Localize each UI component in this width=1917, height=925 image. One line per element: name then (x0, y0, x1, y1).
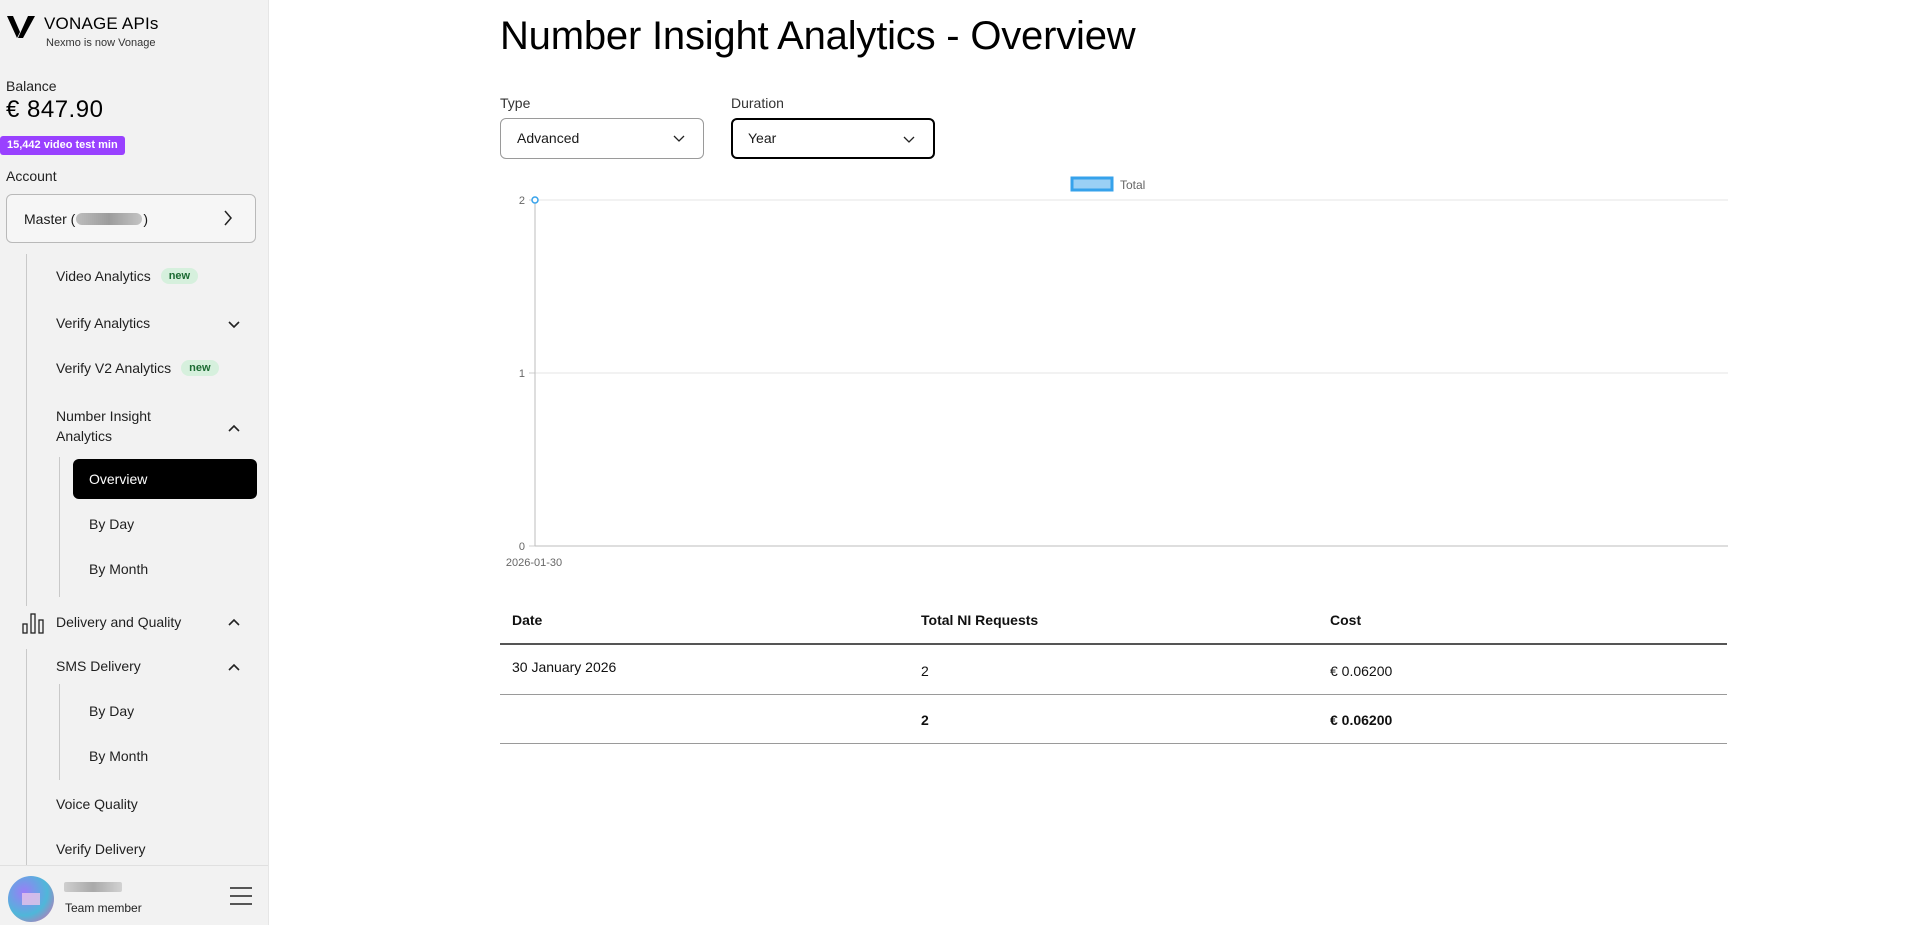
total-cost: € 0.06200 (1330, 712, 1393, 728)
nav-subrail (59, 684, 60, 780)
sidebar-item-sms-by-day[interactable]: By Day (89, 703, 134, 719)
balance-label: Balance (6, 78, 57, 94)
nav-rail (26, 254, 27, 606)
type-select[interactable]: Advanced (500, 118, 704, 159)
balance-value: € 847.90 (6, 96, 104, 123)
user-role: Team member (65, 901, 142, 915)
chevron-up-icon[interactable] (228, 618, 240, 626)
table-header-date: Date (512, 612, 543, 628)
duration-label: Duration (731, 95, 784, 111)
nav-subrail (59, 457, 60, 597)
account-suffix: ) (143, 210, 149, 227)
sidebar-item-ni-by-day[interactable]: By Day (89, 516, 134, 532)
sidebar-item-delivery-quality[interactable]: Delivery and Quality (56, 614, 181, 630)
new-badge: new (181, 360, 219, 376)
bar-chart-icon (22, 613, 44, 634)
brand[interactable]: VONAGE APIs Nexmo is now Vonage (6, 14, 159, 49)
hamburger-menu-icon[interactable] (229, 886, 253, 906)
legend-swatch (1070, 176, 1114, 192)
sidebar-item-label: Verify V2 Analytics (56, 360, 172, 376)
row-divider (500, 694, 1727, 695)
chevron-up-icon[interactable] (228, 424, 240, 432)
type-select-value: Advanced (517, 130, 580, 146)
y-tick-label: 0 (519, 541, 525, 553)
sidebar-item-verify-delivery[interactable]: Verify Delivery (56, 841, 145, 857)
x-tick-label: 2026-01-30 (506, 557, 562, 569)
account-id-redacted (76, 212, 143, 225)
account-label: Account (6, 168, 57, 184)
sidebar-item-verify-analytics[interactable]: Verify Analytics (56, 315, 150, 331)
avatar-image-redacted (22, 893, 40, 905)
sidebar-item-sms-by-month[interactable]: By Month (89, 748, 148, 764)
table-header-cost: Cost (1330, 612, 1362, 628)
cell-cost: € 0.06200 (1330, 663, 1393, 679)
new-badge: new (160, 268, 199, 284)
row-divider (500, 743, 1727, 744)
table-header-total-ni-requests: Total NI Requests (921, 612, 1039, 628)
vonage-logo-icon (7, 16, 35, 38)
chevron-up-icon[interactable] (228, 663, 240, 671)
duration-select-value: Year (748, 130, 777, 146)
sidebar-item-overview[interactable]: Overview (73, 459, 257, 499)
legend-label: Total (1120, 178, 1145, 192)
sidebar-item-label: Video Analytics (56, 268, 151, 284)
sidebar-item-video-analytics[interactable]: Video Analytics new (56, 268, 199, 284)
total-requests: 2 (921, 712, 929, 728)
account-prefix: Master ( (24, 210, 76, 227)
sidebar-item-label: SMS Delivery (56, 658, 141, 674)
user-name-redacted (64, 882, 122, 892)
page-title: Number Insight Analytics - Overview (500, 14, 1136, 58)
y-tick-label: 2 (519, 195, 525, 207)
sidebar-item-label-line1: Number Insight (56, 408, 151, 424)
nav-rail (26, 649, 27, 867)
sidebar-item-label: Verify Analytics (56, 315, 151, 331)
sidebar: VONAGE APIs Nexmo is now Vonage Balance … (0, 0, 269, 925)
data-point (531, 196, 539, 204)
sidebar-item-ni-by-month[interactable]: By Month (89, 561, 148, 577)
video-test-min-badge: 15,442 video test min (0, 136, 125, 155)
cell-date: 30 January 2026 (512, 659, 617, 675)
sidebar-item-label: Voice Quality (56, 796, 138, 812)
chevron-right-icon (224, 210, 232, 226)
table-header-divider (500, 643, 1727, 645)
user-bar: Team member (0, 865, 268, 925)
chevron-down-icon (903, 136, 915, 143)
sidebar-item-label: Verify Delivery (56, 841, 146, 857)
sidebar-item-number-insight-analytics[interactable]: Number Insight Analytics (56, 406, 151, 446)
type-label: Type (500, 95, 531, 111)
brand-name: VONAGE APIs (44, 14, 159, 33)
cell-requests: 2 (921, 663, 929, 679)
y-tick-label: 1 (519, 368, 525, 380)
sidebar-item-sms-delivery[interactable]: SMS Delivery (56, 658, 141, 674)
requests-line-chart: 0 1 2 2026-01-30 Total (506, 176, 1728, 569)
chevron-down-icon[interactable] (228, 321, 240, 329)
duration-select[interactable]: Year (731, 118, 935, 159)
sidebar-item-verify-v2-analytics[interactable]: Verify V2 Analytics new (56, 360, 219, 376)
avatar[interactable] (8, 876, 54, 922)
chevron-down-icon (673, 135, 685, 142)
account-selector[interactable]: Master () (6, 194, 256, 243)
sidebar-item-voice-quality[interactable]: Voice Quality (56, 796, 138, 812)
sidebar-item-label: Delivery and Quality (56, 614, 182, 630)
sidebar-item-label-line2: Analytics (56, 428, 113, 444)
brand-subtitle: Nexmo is now Vonage (46, 37, 156, 49)
